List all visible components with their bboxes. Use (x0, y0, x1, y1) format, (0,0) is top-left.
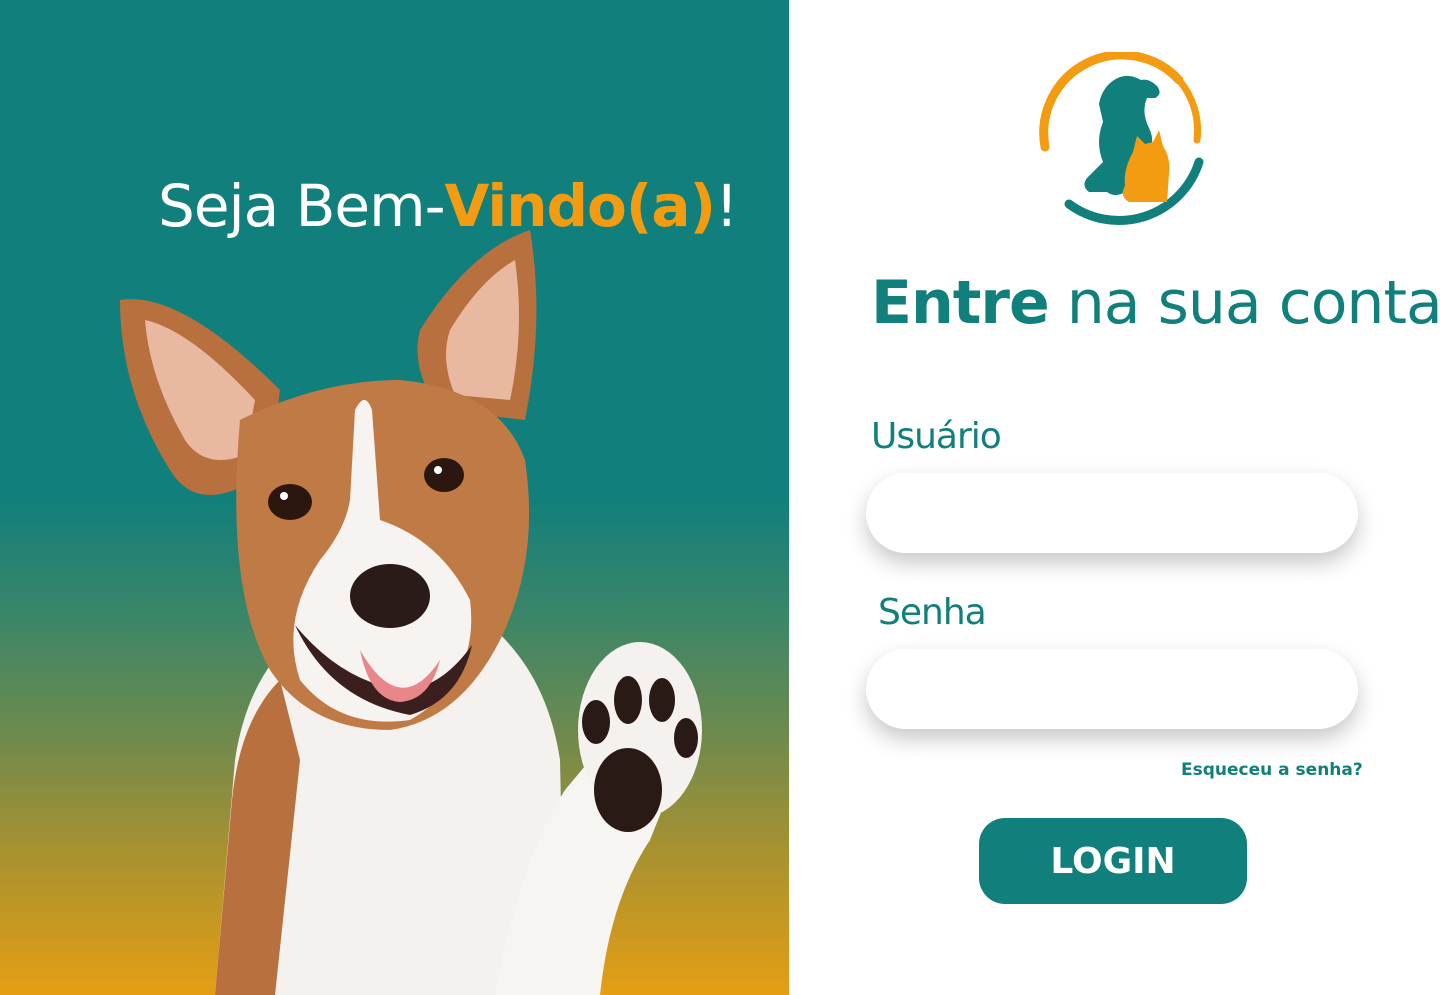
welcome-suffix: ! (715, 172, 738, 240)
welcome-highlight: Vindo(a) (444, 172, 717, 240)
password-input[interactable] (866, 649, 1358, 729)
forgot-password-link[interactable]: Esqueceu a senha? (1181, 760, 1363, 780)
login-panel: Entre na sua conta Usuário Senha Esquece… (789, 0, 1440, 995)
username-label: Usuário (871, 416, 1002, 457)
password-label: Senha (878, 592, 987, 633)
signin-title-rest: na sua conta (1048, 268, 1440, 338)
username-input[interactable] (866, 473, 1358, 553)
welcome-heading: Seja Bem-Vindo(a)! (158, 172, 738, 240)
dog-cat-logo-icon (1039, 52, 1204, 225)
signin-title: Entre na sua conta (871, 268, 1440, 338)
welcome-prefix: Seja Bem- (158, 172, 445, 240)
signin-title-bold: Entre (871, 268, 1050, 338)
login-button[interactable]: LOGIN (979, 818, 1247, 904)
waving-dog-illustration (120, 230, 702, 995)
welcome-panel: Seja Bem-Vindo(a)! (0, 0, 789, 995)
